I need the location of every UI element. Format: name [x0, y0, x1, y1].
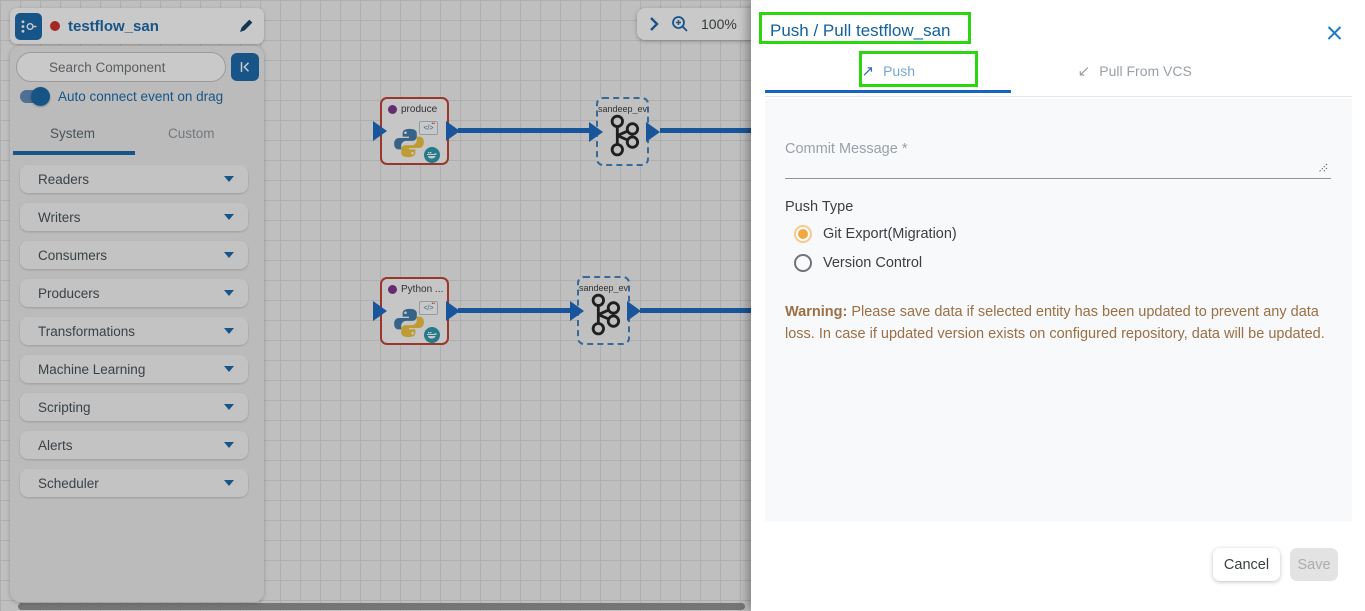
radio-version-control[interactable]: Version Control [794, 254, 922, 272]
app-window: produce ••</> sandeep_ev... [0, 0, 1365, 611]
tab-pull-label: Pull From VCS [1099, 63, 1192, 79]
radio-git-export[interactable]: Git Export(Migration) [794, 225, 957, 243]
push-pull-modal: Push / Pull testflow_san ↗ Push ↙ Pull F… [751, 0, 1365, 611]
radio-label: Version Control [823, 255, 923, 271]
divider [765, 96, 1352, 97]
save-button[interactable]: Save [1290, 548, 1338, 581]
warning-text: Warning: Please save data if selected en… [785, 301, 1345, 345]
tab-pull-from-vcs[interactable]: ↙ Pull From VCS [1012, 52, 1259, 90]
radio-label: Git Export(Migration) [823, 226, 957, 242]
push-arrow-icon: ↗ [861, 63, 875, 80]
pull-arrow-icon: ↙ [1077, 63, 1091, 80]
active-tab-underline [765, 90, 1011, 93]
cancel-button[interactable]: Cancel [1213, 548, 1280, 581]
modal-tabs: ↗ Push ↙ Pull From VCS [765, 52, 1258, 90]
resize-handle-icon[interactable] [1318, 163, 1328, 173]
push-type-label: Push Type [785, 199, 854, 215]
radio-unselected-icon[interactable] [794, 254, 812, 272]
tab-push-label: Push [883, 63, 915, 79]
warning-prefix: Warning: [785, 304, 848, 320]
close-icon[interactable] [1325, 23, 1345, 43]
modal-backdrop[interactable] [0, 0, 751, 611]
radio-selected-icon[interactable] [794, 225, 812, 243]
warning-body: Please save data if selected entity has … [785, 304, 1325, 342]
push-form: Push Type Git Export(Migration) Version … [765, 99, 1352, 521]
commit-message-field[interactable] [785, 127, 1331, 179]
tab-push[interactable]: ↗ Push [765, 52, 1012, 90]
modal-title: Push / Pull testflow_san [770, 21, 951, 40]
